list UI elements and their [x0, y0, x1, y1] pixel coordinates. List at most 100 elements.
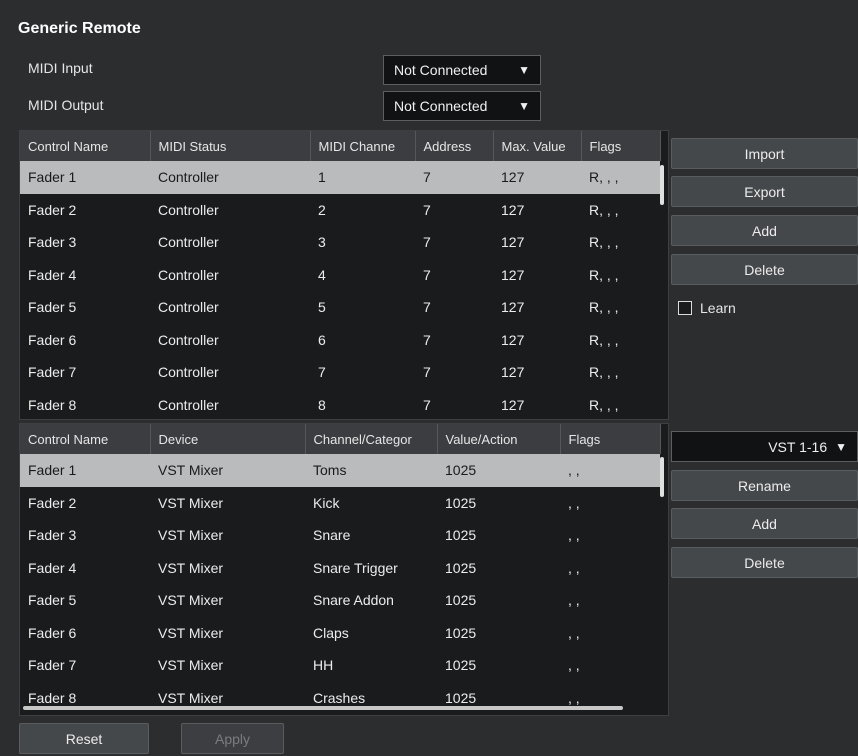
control-row[interactable]: Fader 1 Controller 1 7 127 R, , , [20, 161, 660, 194]
table-cell[interactable]: 127 [493, 194, 581, 227]
assignment-row[interactable]: Fader 2 VST Mixer Kick 1025, , [20, 487, 660, 520]
add-assignment-button[interactable]: Add [671, 508, 858, 539]
table-cell[interactable]: , , [560, 584, 660, 617]
assignment-row[interactable]: Fader 4 VST Mixer Snare Trigger 1025, , [20, 552, 660, 585]
table-cell[interactable]: 4 [310, 259, 415, 292]
table-cell[interactable]: 127 [493, 226, 581, 259]
table-cell[interactable]: Controller [150, 161, 310, 194]
table-cell[interactable]: Controller [150, 226, 310, 259]
table-cell[interactable]: 7 [415, 226, 493, 259]
column-header[interactable]: Flags [560, 424, 661, 454]
table-cell[interactable]: Controller [150, 356, 310, 389]
table-cell[interactable]: Snare Addon [305, 584, 437, 617]
table-cell[interactable]: 7 [310, 356, 415, 389]
table-cell[interactable]: 7 [415, 259, 493, 292]
control-row[interactable]: Fader 5 Controller 5 7 127 R, , , [20, 291, 660, 324]
table-cell[interactable]: Fader 3 [20, 519, 150, 552]
column-header[interactable]: MIDI Status [150, 131, 311, 161]
table-cell[interactable]: Controller [150, 324, 310, 357]
table-cell[interactable]: Toms [305, 454, 437, 487]
table-cell[interactable]: R, , , [581, 259, 660, 292]
table-cell[interactable]: HH [305, 649, 437, 682]
table-cell[interactable]: Fader 5 [20, 584, 150, 617]
learn-checkbox[interactable] [678, 301, 692, 315]
apply-button[interactable]: Apply [181, 723, 284, 754]
table-cell[interactable]: R, , , [581, 324, 660, 357]
table-cell[interactable]: 127 [493, 291, 581, 324]
table-cell[interactable]: Fader 2 [20, 487, 150, 520]
controls-table-scrollbar[interactable] [660, 165, 664, 205]
table-cell[interactable]: R, , , [581, 356, 660, 389]
delete-assignment-button[interactable]: Delete [671, 547, 858, 578]
table-cell[interactable]: R, , , [581, 389, 660, 420]
table-cell[interactable]: , , [560, 649, 660, 682]
table-cell[interactable]: Snare [305, 519, 437, 552]
assignment-table-vscrollbar[interactable] [660, 457, 664, 497]
table-cell[interactable]: 1025 [437, 454, 560, 487]
table-cell[interactable]: R, , , [581, 291, 660, 324]
table-cell[interactable]: R, , , [581, 194, 660, 227]
table-cell[interactable]: 7 [415, 194, 493, 227]
assignment-row[interactable]: Fader 6 VST Mixer Claps 1025, , [20, 617, 660, 650]
table-cell[interactable]: Fader 4 [20, 259, 150, 292]
delete-control-button[interactable]: Delete [671, 254, 858, 285]
table-cell[interactable]: Fader 6 [20, 324, 150, 357]
table-cell[interactable]: R, , , [581, 226, 660, 259]
table-cell[interactable]: Fader 1 [20, 161, 150, 194]
table-cell[interactable]: Fader 5 [20, 291, 150, 324]
table-cell[interactable]: , , [560, 617, 660, 650]
table-cell[interactable]: VST Mixer [150, 519, 305, 552]
table-cell[interactable]: 7 [415, 389, 493, 420]
table-cell[interactable]: VST Mixer [150, 584, 305, 617]
assignment-row[interactable]: Fader 1 VST Mixer Toms 1025, , [20, 454, 660, 487]
control-row[interactable]: Fader 2 Controller 2 7 127 R, , , [20, 194, 660, 227]
table-cell[interactable]: 1 [310, 161, 415, 194]
table-cell[interactable]: Controller [150, 259, 310, 292]
column-header[interactable]: Value/Action [437, 424, 561, 454]
control-row[interactable]: Fader 6 Controller 6 7 127 R, , , [20, 324, 660, 357]
table-cell[interactable]: 127 [493, 389, 581, 420]
table-cell[interactable]: VST Mixer [150, 487, 305, 520]
table-cell[interactable]: 5 [310, 291, 415, 324]
assignment-row[interactable]: Fader 7 VST Mixer HH 1025, , [20, 649, 660, 682]
table-cell[interactable]: Fader 3 [20, 226, 150, 259]
assignment-row[interactable]: Fader 3 VST Mixer Snare 1025, , [20, 519, 660, 552]
column-header[interactable]: Max. Value [493, 131, 582, 161]
table-cell[interactable]: Fader 6 [20, 617, 150, 650]
column-header[interactable]: Control Name [20, 131, 151, 161]
table-cell[interactable]: Controller [150, 389, 310, 420]
table-cell[interactable]: Fader 7 [20, 356, 150, 389]
table-cell[interactable]: 1025 [437, 649, 560, 682]
table-cell[interactable]: 127 [493, 161, 581, 194]
table-cell[interactable]: VST Mixer [150, 649, 305, 682]
table-cell[interactable]: , , [560, 487, 660, 520]
table-cell[interactable]: Fader 4 [20, 552, 150, 585]
control-row[interactable]: Fader 7 Controller 7 7 127 R, , , [20, 356, 660, 389]
table-cell[interactable]: 127 [493, 259, 581, 292]
table-cell[interactable]: 1025 [437, 584, 560, 617]
midi-output-dropdown[interactable]: Not Connected ▼ [383, 91, 541, 121]
midi-input-dropdown[interactable]: Not Connected ▼ [383, 55, 541, 85]
table-cell[interactable]: 127 [493, 356, 581, 389]
column-header[interactable]: Control Name [20, 424, 151, 454]
table-cell[interactable]: Fader 8 [20, 389, 150, 420]
assignment-table-hscrollbar[interactable] [23, 706, 623, 710]
table-cell[interactable]: , , [560, 454, 660, 487]
assignment-row[interactable]: Fader 5 VST Mixer Snare Addon 1025, , [20, 584, 660, 617]
table-cell[interactable]: 3 [310, 226, 415, 259]
table-cell[interactable]: 8 [310, 389, 415, 420]
add-control-button[interactable]: Add [671, 215, 858, 246]
bank-dropdown[interactable]: VST 1-16 ▼ [671, 431, 858, 462]
table-cell[interactable]: 1025 [437, 519, 560, 552]
table-cell[interactable]: 1025 [437, 617, 560, 650]
table-cell[interactable]: Fader 7 [20, 649, 150, 682]
table-cell[interactable]: Fader 2 [20, 194, 150, 227]
control-row[interactable]: Fader 4 Controller 4 7 127 R, , , [20, 259, 660, 292]
table-cell[interactable]: 1025 [437, 552, 560, 585]
control-row[interactable]: Fader 3 Controller 3 7 127 R, , , [20, 226, 660, 259]
table-cell[interactable]: Fader 1 [20, 454, 150, 487]
table-cell[interactable]: Snare Trigger [305, 552, 437, 585]
table-cell[interactable]: 7 [415, 324, 493, 357]
table-cell[interactable]: , , [560, 519, 660, 552]
column-header[interactable]: MIDI Channe [310, 131, 416, 161]
